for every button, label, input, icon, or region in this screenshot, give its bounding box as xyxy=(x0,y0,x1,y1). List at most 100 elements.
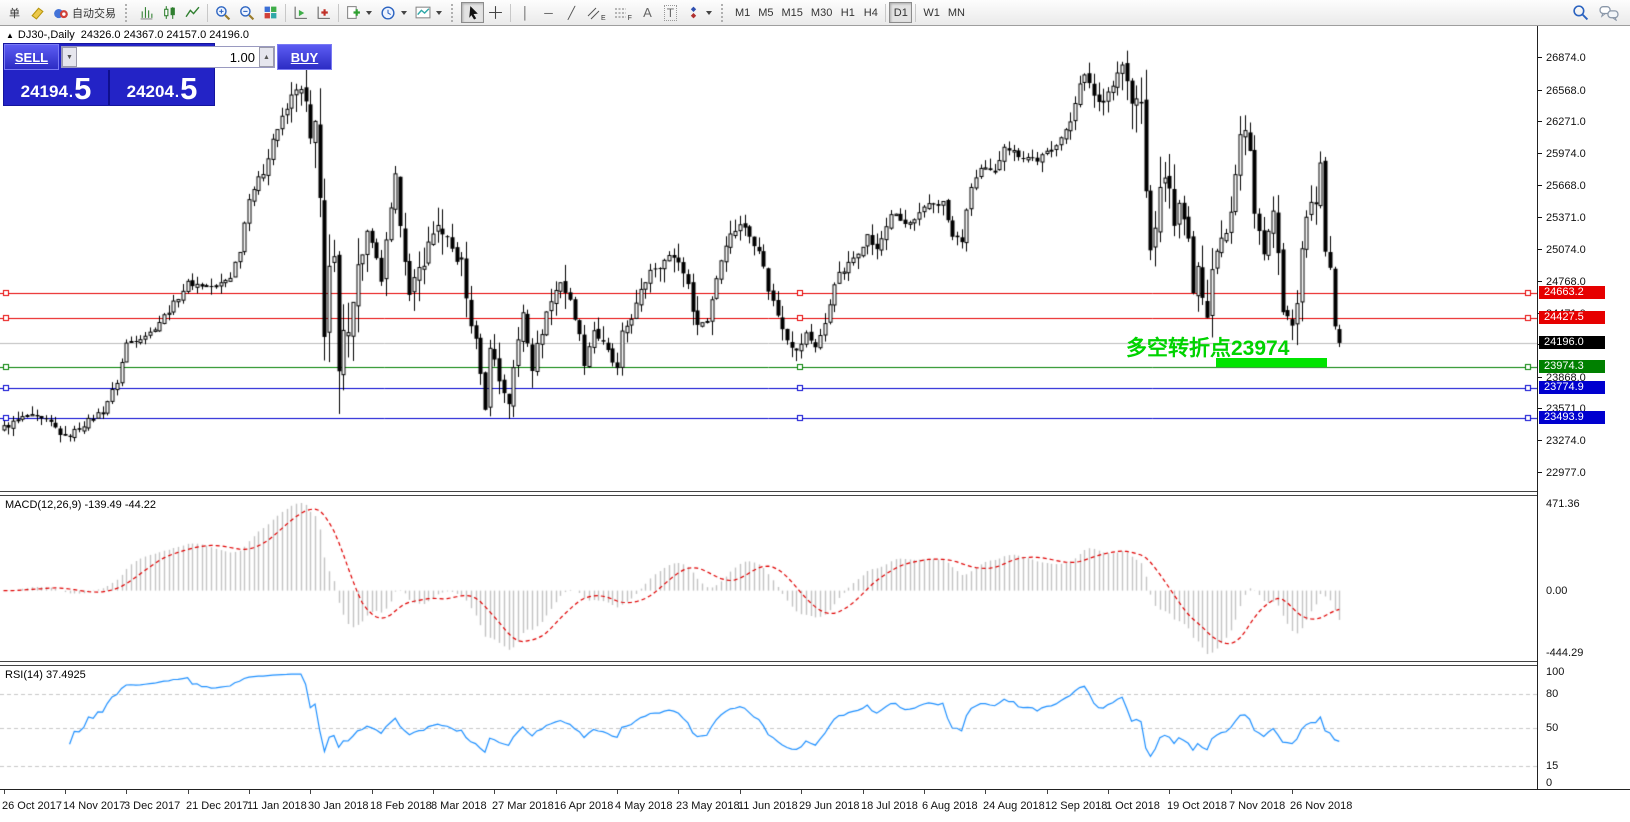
date-axis-tick xyxy=(372,790,373,794)
chart-shift-button[interactable] xyxy=(312,2,335,23)
channel-subscript: E xyxy=(601,15,606,22)
rsi-label: RSI(14) 37.4925 xyxy=(5,669,86,681)
candlestick-chart-icon xyxy=(162,5,177,20)
date-axis-tick xyxy=(985,790,986,794)
price-axis-tick: 25074.0 xyxy=(1538,244,1586,256)
zoom-out-button[interactable] xyxy=(235,2,259,23)
zoom-in-icon xyxy=(215,5,231,21)
text-tool-button[interactable]: A xyxy=(636,2,659,23)
toolbar-divider xyxy=(915,4,916,22)
metaeditor-button[interactable] xyxy=(26,2,49,23)
date-axis-label: 16 Apr 2018 xyxy=(554,800,613,812)
candlestick-chart-button[interactable] xyxy=(158,2,181,23)
price-axis-tick: 25371.0 xyxy=(1538,212,1586,224)
price-line-label: 24427.5 xyxy=(1539,311,1605,324)
text-label-tool-button[interactable]: T xyxy=(659,2,682,23)
timeframe-group: M1M5M15M30H1H4 D1 W1MN xyxy=(731,2,969,23)
date-axis-label: 26 Nov 2018 xyxy=(1290,800,1352,812)
ohlc-values: 24326.0 24367.0 24157.0 24196.0 xyxy=(81,29,249,41)
timeframe-h4-button[interactable]: H4 xyxy=(859,2,882,23)
date-axis-label: 27 Mar 2018 xyxy=(492,800,554,812)
channel-tool-button[interactable]: E xyxy=(583,2,610,23)
collapse-triangle-icon[interactable]: ▲ xyxy=(6,31,14,40)
auto-scroll-button[interactable] xyxy=(289,2,312,23)
new-order-button[interactable]: 单 xyxy=(3,2,26,23)
rsi-axis-label: 15 xyxy=(1538,760,1558,772)
date-axis-tick xyxy=(617,790,618,794)
auto-scroll-icon xyxy=(293,5,308,20)
macd-axis-zero: 0.00 xyxy=(1538,585,1567,597)
price-chart-canvas[interactable] xyxy=(0,26,1537,491)
timeframe-w1-button[interactable]: W1 xyxy=(919,2,944,23)
new-chart-button[interactable] xyxy=(342,2,376,23)
price-axis-tick: 26568.0 xyxy=(1538,85,1586,97)
search-icon[interactable] xyxy=(1572,4,1589,21)
zoom-in-button[interactable] xyxy=(211,2,235,23)
toolbar-divider xyxy=(207,4,208,22)
one-click-trading-panel: SELL ▼ ▲ BUY 24194.5 24204.5 xyxy=(3,43,215,106)
buy-price[interactable]: 24204.5 xyxy=(108,70,214,105)
autotrading-button[interactable]: 自动交易 xyxy=(49,2,120,23)
price-pane: ▲DJ30-,Daily24326.0 24367.0 24157.0 2419… xyxy=(0,26,1537,491)
rsi-canvas[interactable] xyxy=(0,666,1537,789)
cursor-icon xyxy=(466,5,480,20)
trendline-tool-button[interactable]: ╱ xyxy=(560,2,583,23)
toolbar-grip[interactable] xyxy=(125,4,130,22)
arrows-tool-button[interactable] xyxy=(682,2,716,23)
price-line-label: 23493.9 xyxy=(1539,411,1605,424)
date-axis-tick xyxy=(863,790,864,794)
autotrading-label: 自动交易 xyxy=(72,5,116,21)
toolbar-grip[interactable] xyxy=(721,4,726,22)
equidistant-channel-icon xyxy=(587,6,600,20)
templates-button[interactable] xyxy=(411,2,446,23)
date-axis-tick xyxy=(556,790,557,794)
sell-price-dot: . xyxy=(69,82,73,103)
date-axis-tick xyxy=(1292,790,1293,794)
fibonacci-icon xyxy=(614,6,627,20)
line-chart-button[interactable] xyxy=(181,2,204,23)
macd-axis-max: 471.36 xyxy=(1538,498,1580,510)
price-axis[interactable]: 26874.026568.026271.025974.025668.025371… xyxy=(1537,26,1630,789)
horizontal-line-tool-button[interactable]: ─ xyxy=(537,2,560,23)
volume-increase-button[interactable]: ▲ xyxy=(259,47,274,67)
date-axis-label: 11 Jun 2018 xyxy=(738,800,798,812)
timeframe-h1-button[interactable]: H1 xyxy=(836,2,859,23)
macd-canvas[interactable] xyxy=(0,496,1537,661)
date-axis-tick xyxy=(740,790,741,794)
line-chart-icon xyxy=(185,5,200,20)
sell-price-int: 24194 xyxy=(21,80,68,103)
price-line-label: 23974.3 xyxy=(1539,360,1605,373)
buy-button[interactable]: BUY xyxy=(277,44,332,70)
timeframe-m15-button[interactable]: M15 xyxy=(778,2,807,23)
spinner-down-icon: ▼ xyxy=(66,54,73,61)
timeframe-mn-button[interactable]: MN xyxy=(944,2,969,23)
new-order-label: 单 xyxy=(9,5,20,21)
date-axis-label: 1 Oct 2018 xyxy=(1106,800,1160,812)
timeframe-m1-button[interactable]: M1 xyxy=(731,2,754,23)
rsi-pane: RSI(14) 37.4925 xyxy=(0,666,1537,789)
volume-decrease-button[interactable]: ▼ xyxy=(62,47,77,67)
sell-price[interactable]: 24194.5 xyxy=(4,70,108,105)
timeframe-m30-button[interactable]: M30 xyxy=(807,2,836,23)
toolbar-divider xyxy=(338,4,339,22)
crosshair-button[interactable] xyxy=(484,2,507,23)
tile-windows-button[interactable] xyxy=(259,2,282,23)
volume-input[interactable] xyxy=(77,47,259,67)
fibonacci-tool-button[interactable]: F xyxy=(610,2,636,23)
date-axis-label: 21 Dec 2017 xyxy=(186,800,248,812)
date-axis[interactable]: 26 Oct 201714 Nov 20173 Dec 201721 Dec 2… xyxy=(0,789,1630,822)
toolbar-grip[interactable] xyxy=(451,4,456,22)
chat-icon[interactable] xyxy=(1599,5,1619,21)
sell-button[interactable]: SELL xyxy=(4,44,59,70)
date-axis-tick xyxy=(678,790,679,794)
price-axis-tick: 25668.0 xyxy=(1538,180,1586,192)
periods-button[interactable] xyxy=(376,2,411,23)
date-axis-tick xyxy=(188,790,189,794)
bar-chart-button[interactable] xyxy=(135,2,158,23)
price-axis-tick: 23274.0 xyxy=(1538,435,1586,447)
buy-price-dot: . xyxy=(175,82,179,103)
timeframe-d1-button[interactable]: D1 xyxy=(889,2,912,23)
timeframe-m5-button[interactable]: M5 xyxy=(754,2,777,23)
cursor-button[interactable] xyxy=(461,2,484,23)
vertical-line-tool-button[interactable]: │ xyxy=(514,2,537,23)
